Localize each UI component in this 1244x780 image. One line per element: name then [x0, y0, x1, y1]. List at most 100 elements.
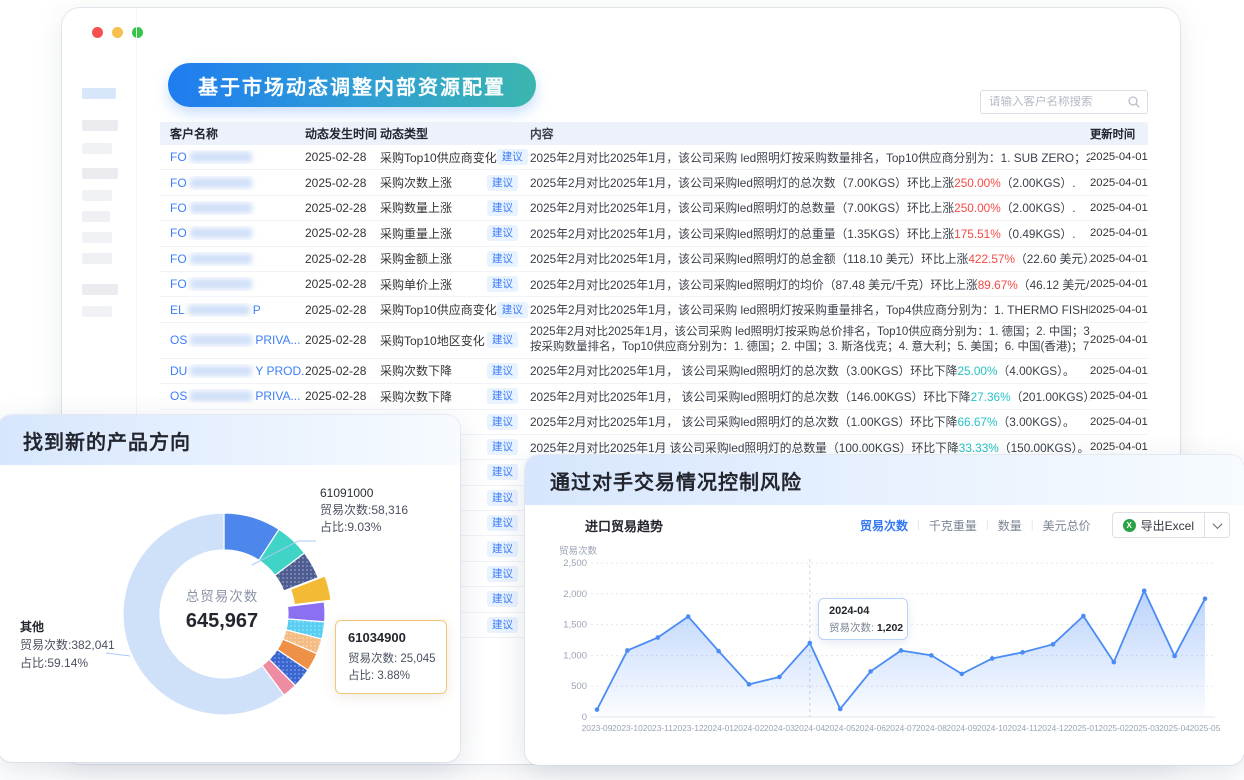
- close-window-button[interactable]: [92, 27, 103, 38]
- content-cell: 2025年2月对比2025年1月，该公司采购led照明灯的均价（87.48 美元…: [530, 276, 1090, 293]
- donut-tooltip: 61034900 贸易次数: 25,045 占比: 3.88%: [335, 620, 447, 694]
- suggestion-badge[interactable]: 建议: [487, 225, 518, 241]
- sidebar-item[interactable]: [82, 120, 118, 131]
- x-tick-label: 2023-10: [612, 723, 643, 733]
- suggestion-badge[interactable]: 建议: [487, 617, 518, 633]
- maximize-window-button[interactable]: [132, 27, 143, 38]
- search-input[interactable]: [989, 96, 1127, 108]
- y-tick-label: 2,000: [563, 589, 587, 600]
- customer-name-prefix: FO: [170, 252, 187, 266]
- sidebar-item[interactable]: [82, 211, 110, 222]
- data-point-2025-05[interactable]: [1203, 596, 1208, 601]
- data-point-2024-06[interactable]: [868, 669, 873, 674]
- x-tick-label: 2023-11: [643, 723, 673, 733]
- suggestion-badge[interactable]: 建议: [487, 566, 518, 582]
- x-tick-label: 2023-12: [673, 723, 704, 733]
- tooltip-metric-value: 1,202: [877, 622, 903, 634]
- suggestion-badge[interactable]: 建议: [487, 276, 518, 292]
- customer-link[interactable]: ELP: [170, 303, 305, 317]
- data-point-2023-10[interactable]: [625, 648, 630, 653]
- event-type-label: 采购Top10供应商变化: [380, 301, 497, 318]
- content-text: 66.67%: [957, 415, 997, 429]
- suggestion-badge[interactable]: 建议: [497, 149, 528, 165]
- data-point-2024-07[interactable]: [899, 648, 904, 653]
- suggestion-badge[interactable]: 建议: [487, 251, 518, 267]
- event-type-cell: 采购Top10地区变化建议: [380, 332, 530, 349]
- data-point-2023-09[interactable]: [595, 707, 600, 712]
- suggestion-badge[interactable]: 建议: [487, 414, 518, 430]
- sidebar-item[interactable]: [82, 88, 116, 99]
- event-date-cell: 2025-02-28: [305, 252, 380, 266]
- metric-tab-kg-weight[interactable]: 千克重量: [920, 517, 986, 534]
- suggestion-badge[interactable]: 建议: [487, 464, 518, 480]
- customer-name-cell: FO: [160, 277, 305, 291]
- sidebar-item[interactable]: [82, 232, 112, 243]
- suggestion-badge[interactable]: 建议: [497, 302, 528, 318]
- export-label: 导出Excel: [1141, 517, 1194, 534]
- customer-link[interactable]: FO: [170, 226, 305, 240]
- sidebar-item[interactable]: [82, 143, 112, 154]
- event-type-label: 采购次数下降: [380, 388, 452, 405]
- export-dropdown-button[interactable]: [1205, 513, 1229, 538]
- suggestion-badge[interactable]: 建议: [487, 200, 518, 216]
- event-date-cell: 2025-02-28: [305, 364, 380, 378]
- customer-link[interactable]: FO: [170, 252, 305, 266]
- content-text: （0.49KGS）.: [1001, 227, 1076, 241]
- data-point-2025-01[interactable]: [1081, 614, 1086, 619]
- event-date-cell: 2025-02-28: [305, 201, 380, 215]
- data-point-2024-08[interactable]: [929, 653, 934, 658]
- data-point-2024-12[interactable]: [1051, 642, 1056, 647]
- suggestion-badge[interactable]: 建议: [487, 490, 518, 506]
- suggestion-badge[interactable]: 建议: [487, 439, 518, 455]
- suggestion-badge[interactable]: 建议: [487, 332, 518, 348]
- data-point-2024-05[interactable]: [838, 707, 843, 712]
- data-point-2024-10[interactable]: [990, 656, 995, 661]
- suggestion-badge[interactable]: 建议: [487, 363, 518, 379]
- suggestion-badge[interactable]: 建议: [487, 175, 518, 191]
- sidebar-item[interactable]: [82, 253, 112, 264]
- data-point-2024-11[interactable]: [1020, 650, 1025, 655]
- customer-name-cell: FO: [160, 201, 305, 215]
- data-point-2025-03[interactable]: [1142, 588, 1147, 593]
- sidebar-item[interactable]: [82, 168, 118, 179]
- suggestion-badge[interactable]: 建议: [487, 388, 518, 404]
- customer-link[interactable]: OSPRIVA...♢: [170, 389, 305, 403]
- data-point-2024-03[interactable]: [777, 675, 782, 680]
- sidebar-item[interactable]: [82, 190, 112, 201]
- data-point-2023-12[interactable]: [686, 614, 691, 619]
- suggestion-badge[interactable]: 建议: [487, 541, 518, 557]
- data-point-2025-04[interactable]: [1172, 654, 1177, 659]
- customer-link[interactable]: DUY PROD...: [170, 364, 305, 378]
- excel-icon: X: [1123, 519, 1136, 532]
- customer-link[interactable]: FO: [170, 201, 305, 215]
- suggestion-badge[interactable]: 建议: [487, 591, 518, 607]
- data-point-2024-04[interactable]: [808, 641, 813, 646]
- metric-tab-trade-count[interactable]: 贸易次数: [851, 517, 917, 534]
- updated-date-cell: 2025-04-01: [1090, 202, 1148, 214]
- customer-link[interactable]: OSPRIVA...♢: [170, 333, 305, 347]
- metric-tab-usd-total[interactable]: 美元总价: [1034, 517, 1100, 534]
- customer-link[interactable]: FO: [170, 176, 305, 190]
- event-date-cell: 2025-02-28: [305, 277, 380, 291]
- data-point-2024-01[interactable]: [716, 649, 721, 654]
- data-point-2025-02[interactable]: [1112, 660, 1117, 665]
- minimize-window-button[interactable]: [112, 27, 123, 38]
- updated-date-cell: 2025-04-01: [1090, 334, 1148, 346]
- data-point-2024-02[interactable]: [747, 682, 752, 687]
- event-type-cell: 采购单价上涨建议: [380, 276, 530, 293]
- customer-link[interactable]: FO: [170, 150, 305, 164]
- event-type-cell: 采购Top10供应商变化建议: [380, 301, 530, 318]
- customer-link[interactable]: FO: [170, 277, 305, 291]
- data-point-2024-09[interactable]: [960, 672, 965, 677]
- content-cell: 2025年2月对比2025年1月，该公司采购led照明灯的总重量（1.35KGS…: [530, 225, 1090, 242]
- event-date-cell: 2025-02-28: [305, 176, 380, 190]
- content-text: （201.00KGS）。: [1011, 390, 1090, 404]
- sidebar-item[interactable]: [82, 306, 112, 317]
- export-excel-button[interactable]: X 导出Excel: [1113, 517, 1204, 534]
- data-point-2023-11[interactable]: [656, 635, 661, 640]
- content-cell: 2025年2月对比2025年1月， 该公司采购led照明灯的总次数（3.00KG…: [530, 362, 1090, 379]
- customer-name-suffix: PRIVA...: [255, 389, 300, 403]
- metric-tab-quantity[interactable]: 数量: [989, 517, 1031, 534]
- sidebar-item[interactable]: [82, 284, 118, 295]
- suggestion-badge[interactable]: 建议: [487, 515, 518, 531]
